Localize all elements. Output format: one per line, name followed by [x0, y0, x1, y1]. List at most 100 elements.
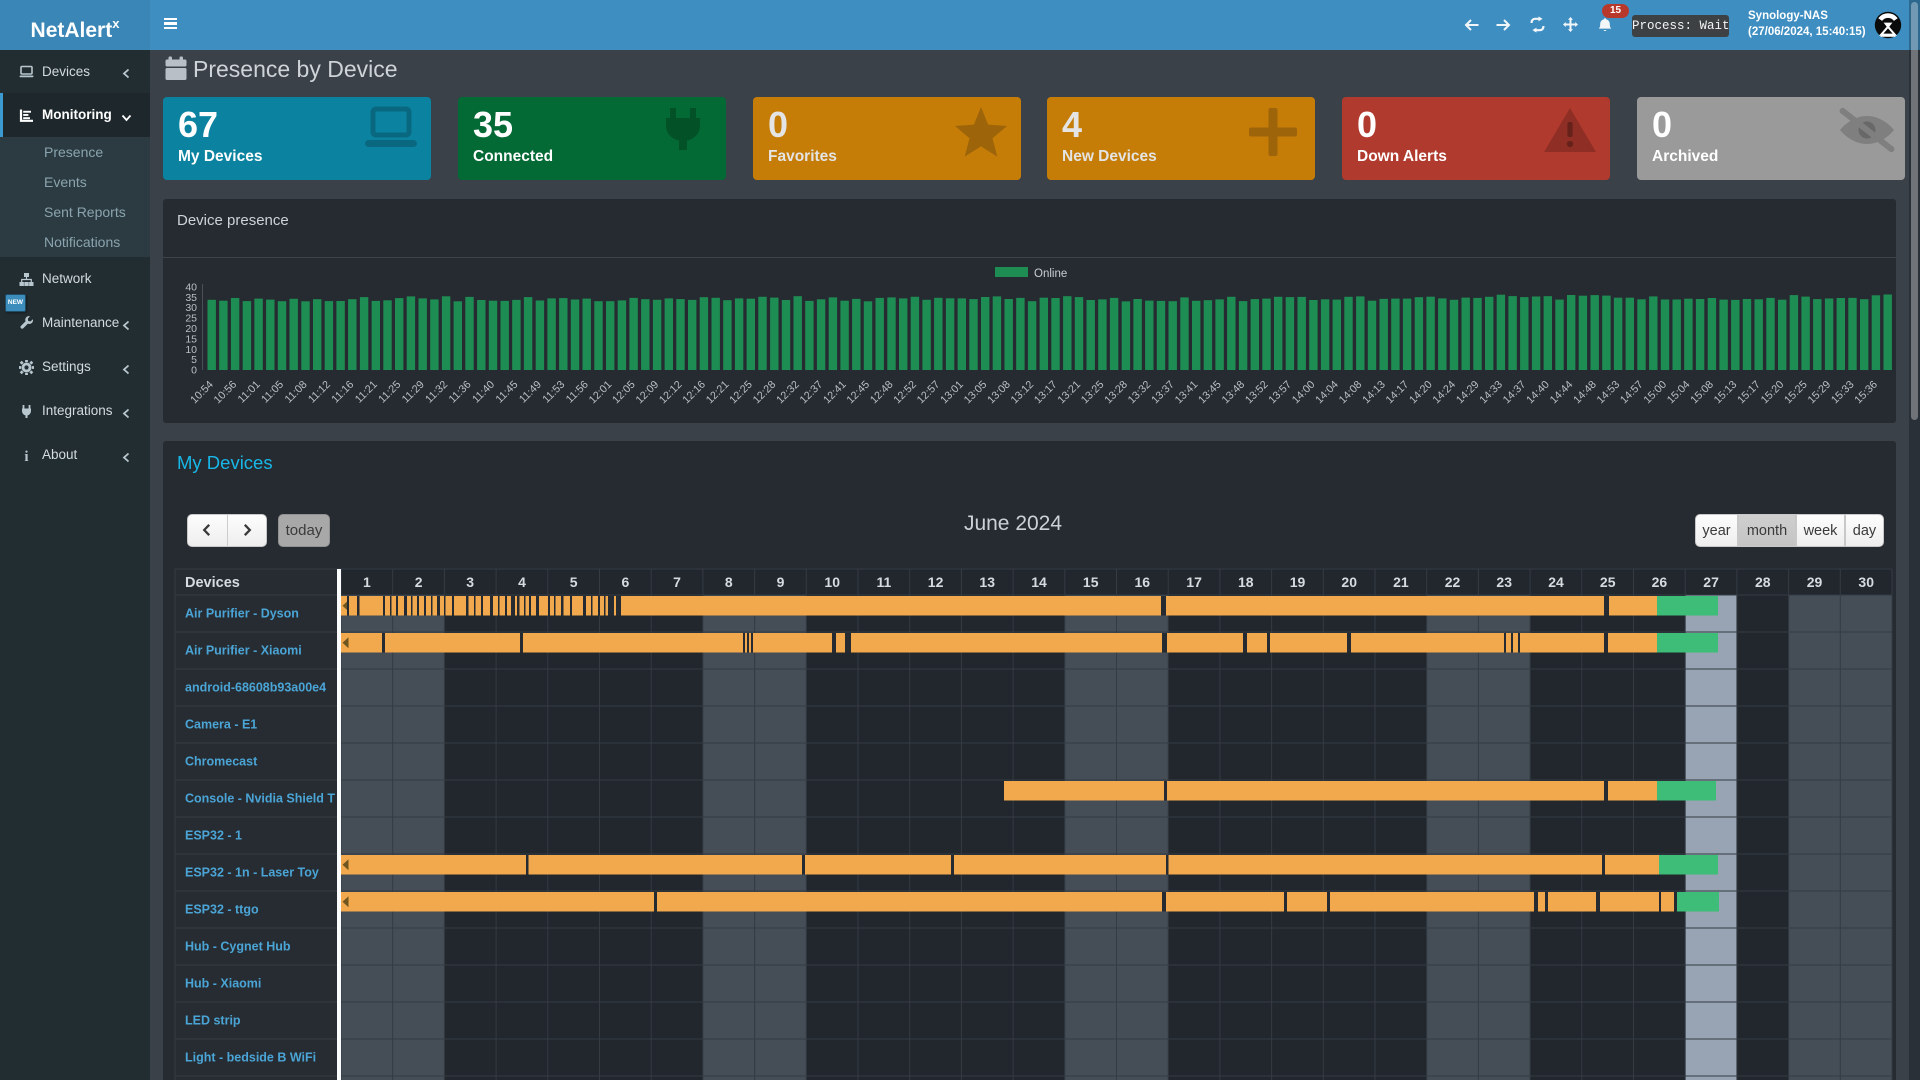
- svg-text:4: 4: [518, 574, 526, 590]
- svg-text:0: 0: [191, 365, 197, 377]
- svg-text:20: 20: [185, 323, 197, 335]
- svg-text:Air Purifier - Dyson: Air Purifier - Dyson: [185, 607, 299, 621]
- svg-text:15:25: 15:25: [1782, 379, 1810, 407]
- svg-text:3: 3: [466, 574, 474, 590]
- svg-text:18: 18: [1238, 574, 1254, 590]
- svg-text:android-68608b93a00e4: android-68608b93a00e4: [185, 681, 326, 695]
- svg-text:6: 6: [622, 574, 630, 590]
- svg-text:25: 25: [185, 313, 197, 325]
- svg-text:14:57: 14:57: [1618, 379, 1646, 407]
- svg-text:13:37: 13:37: [1149, 379, 1177, 407]
- svg-text:15: 15: [1083, 574, 1099, 590]
- svg-text:15:17: 15:17: [1735, 379, 1763, 407]
- svg-text:16: 16: [1135, 574, 1151, 590]
- svg-text:9: 9: [777, 574, 785, 590]
- svg-text:15:33: 15:33: [1829, 379, 1857, 407]
- svg-text:30: 30: [185, 302, 197, 314]
- svg-text:35: 35: [185, 292, 197, 304]
- svg-text:14:33: 14:33: [1477, 379, 1505, 407]
- svg-text:12:05: 12:05: [610, 379, 638, 407]
- svg-text:22: 22: [1445, 574, 1461, 590]
- svg-text:12:28: 12:28: [751, 379, 779, 407]
- svg-text:15:08: 15:08: [1688, 379, 1716, 407]
- svg-text:5: 5: [191, 354, 197, 366]
- svg-text:14:37: 14:37: [1501, 379, 1529, 407]
- svg-text:12:48: 12:48: [868, 379, 896, 407]
- svg-text:2: 2: [415, 574, 423, 590]
- svg-text:11:16: 11:16: [329, 379, 356, 406]
- svg-text:11:12: 11:12: [306, 379, 333, 406]
- svg-text:Chromecast: Chromecast: [185, 755, 258, 769]
- svg-text:13:52: 13:52: [1243, 379, 1271, 407]
- svg-text:13:17: 13:17: [1032, 379, 1060, 407]
- svg-text:11:53: 11:53: [540, 379, 567, 406]
- svg-text:Hub - Xiaomi: Hub - Xiaomi: [185, 977, 261, 991]
- svg-text:15:29: 15:29: [1806, 379, 1834, 407]
- svg-text:12:57: 12:57: [915, 379, 943, 407]
- svg-text:14:48: 14:48: [1571, 379, 1599, 407]
- svg-text:13:01: 13:01: [938, 379, 966, 407]
- svg-text:8: 8: [725, 574, 733, 590]
- svg-text:Air Purifier - Xiaomi: Air Purifier - Xiaomi: [185, 644, 302, 658]
- svg-text:12:16: 12:16: [680, 379, 708, 407]
- svg-text:11: 11: [876, 574, 891, 590]
- svg-text:13:41: 13:41: [1173, 379, 1201, 407]
- svg-text:12:25: 12:25: [727, 379, 755, 407]
- svg-text:11:29: 11:29: [400, 379, 427, 406]
- svg-text:14:17: 14:17: [1384, 379, 1412, 407]
- svg-text:13:45: 13:45: [1196, 379, 1224, 407]
- svg-text:14:20: 14:20: [1407, 379, 1435, 407]
- svg-text:26: 26: [1652, 574, 1668, 590]
- svg-text:14:40: 14:40: [1524, 379, 1552, 407]
- svg-text:Light - bedside B WiFi: Light - bedside B WiFi: [185, 1051, 316, 1065]
- svg-text:11:36: 11:36: [447, 379, 474, 406]
- svg-text:29: 29: [1807, 574, 1823, 590]
- svg-text:11:32: 11:32: [423, 379, 450, 406]
- svg-text:12:41: 12:41: [821, 379, 849, 407]
- svg-text:15:04: 15:04: [1665, 379, 1693, 407]
- svg-text:11:49: 11:49: [517, 379, 544, 406]
- svg-text:1: 1: [363, 574, 371, 590]
- svg-text:14: 14: [1031, 574, 1047, 590]
- svg-text:ESP32 - 1: ESP32 - 1: [185, 829, 242, 843]
- svg-text:13:48: 13:48: [1220, 379, 1248, 407]
- svg-text:5: 5: [570, 574, 578, 590]
- svg-text:Console - Nvidia Shield T: Console - Nvidia Shield T: [185, 792, 335, 806]
- svg-text:10: 10: [824, 574, 840, 590]
- svg-text:11:45: 11:45: [493, 379, 520, 406]
- svg-text:14:04: 14:04: [1313, 379, 1341, 407]
- svg-text:14:53: 14:53: [1595, 379, 1623, 407]
- svg-text:12:52: 12:52: [891, 379, 919, 407]
- svg-text:19: 19: [1290, 574, 1306, 590]
- svg-text:23: 23: [1496, 574, 1512, 590]
- svg-text:11:05: 11:05: [259, 379, 286, 406]
- svg-text:14:29: 14:29: [1454, 379, 1482, 407]
- svg-text:12:09: 12:09: [634, 379, 662, 407]
- svg-text:Online: Online: [1034, 268, 1067, 280]
- svg-text:12:32: 12:32: [774, 379, 802, 407]
- svg-text:13: 13: [979, 574, 995, 590]
- svg-text:13:05: 13:05: [962, 379, 990, 407]
- svg-text:12:45: 12:45: [845, 379, 873, 407]
- svg-text:Devices: Devices: [185, 575, 240, 591]
- svg-text:7: 7: [673, 574, 681, 590]
- svg-text:13:12: 13:12: [1009, 379, 1037, 407]
- svg-text:14:08: 14:08: [1337, 379, 1365, 407]
- svg-text:15:36: 15:36: [1852, 379, 1880, 407]
- svg-text:10:56: 10:56: [212, 379, 240, 407]
- svg-text:21: 21: [1393, 574, 1409, 590]
- svg-text:20: 20: [1341, 574, 1357, 590]
- svg-text:13:32: 13:32: [1126, 379, 1154, 407]
- svg-text:13:28: 13:28: [1102, 379, 1130, 407]
- svg-text:12: 12: [928, 574, 944, 590]
- svg-text:10:54: 10:54: [188, 379, 216, 407]
- svg-text:13:57: 13:57: [1266, 379, 1294, 407]
- svg-text:14:00: 14:00: [1290, 379, 1318, 407]
- svg-text:11:01: 11:01: [236, 379, 263, 406]
- svg-text:11:08: 11:08: [283, 379, 310, 406]
- svg-text:14:44: 14:44: [1548, 379, 1576, 407]
- svg-text:11:21: 11:21: [353, 379, 380, 406]
- svg-text:12:21: 12:21: [704, 379, 732, 407]
- svg-text:14:13: 14:13: [1360, 379, 1388, 407]
- svg-text:30: 30: [1858, 574, 1874, 590]
